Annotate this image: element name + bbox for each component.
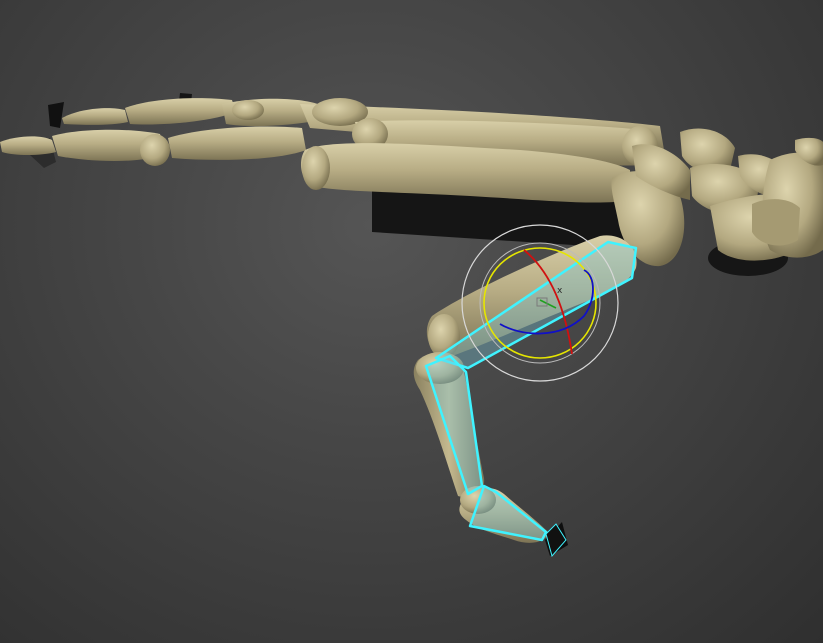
gizmo-pivot-cross: x	[557, 286, 563, 296]
carpal-bones	[680, 128, 823, 261]
viewport-canvas[interactable]: x	[0, 0, 823, 643]
3d-viewport[interactable]: x	[0, 0, 823, 643]
rig-bone-distal[interactable]	[468, 484, 548, 542]
